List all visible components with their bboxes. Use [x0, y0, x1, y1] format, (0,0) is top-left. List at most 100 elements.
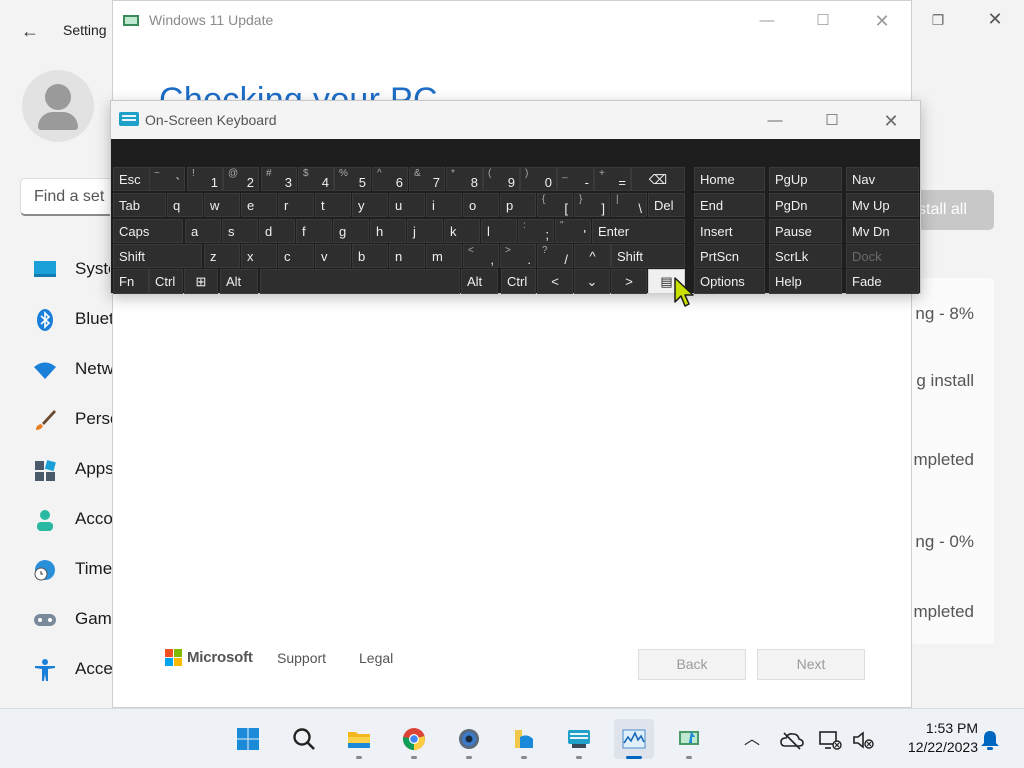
- key-ctrl-left[interactable]: Ctrl: [149, 269, 183, 294]
- key-alt-right[interactable]: Alt: [461, 269, 498, 294]
- nav-item-personalization[interactable]: Perso: [32, 400, 122, 440]
- key-o[interactable]: o: [463, 193, 499, 217]
- key-up-arrow[interactable]: ^: [574, 244, 611, 268]
- nav-item-gaming[interactable]: Gam: [32, 600, 122, 640]
- key-backtick[interactable]: ~ `: [149, 167, 185, 191]
- key-shift-right[interactable]: Shift: [611, 244, 685, 268]
- support-link[interactable]: Support: [277, 650, 326, 666]
- key-2[interactable]: @2: [223, 167, 259, 191]
- key-pgdn[interactable]: PgDn: [769, 193, 842, 217]
- key-5[interactable]: % 5: [334, 167, 371, 191]
- volume-muted-icon[interactable]: [852, 729, 876, 751]
- nav-item-system[interactable]: Syste: [32, 250, 122, 290]
- key-p[interactable]: p: [500, 193, 536, 217]
- maximize-icon[interactable]: ☐: [813, 11, 833, 31]
- maximize-icon[interactable]: ☐: [822, 111, 842, 131]
- onedrive-offline-icon[interactable]: [780, 729, 804, 751]
- key-c[interactable]: c: [278, 244, 314, 268]
- key-space[interactable]: [260, 269, 460, 294]
- key-n[interactable]: n: [389, 244, 425, 268]
- network-icon[interactable]: [818, 729, 842, 751]
- osk-titlebar[interactable]: On-Screen Keyboard — ☐ ✕: [111, 101, 920, 139]
- key-m[interactable]: m: [426, 244, 462, 268]
- key-y[interactable]: y: [352, 193, 388, 217]
- key-backslash[interactable]: | \: [611, 193, 647, 217]
- key-i[interactable]: i: [426, 193, 462, 217]
- key-8[interactable]: * 8: [446, 167, 483, 191]
- key-h[interactable]: h: [370, 219, 406, 243]
- key-left-arrow[interactable]: <: [537, 269, 573, 294]
- close-icon[interactable]: ✕: [984, 8, 1006, 30]
- key-v[interactable]: v: [315, 244, 351, 268]
- nav-item-accessibility[interactable]: Acce: [32, 650, 122, 690]
- key-6[interactable]: ^ 6: [372, 167, 408, 191]
- key-ctrl-right[interactable]: Ctrl: [501, 269, 536, 294]
- install-all-button[interactable]: stall all: [912, 190, 994, 230]
- next-button[interactable]: Next: [757, 649, 865, 680]
- key-equals[interactable]: + =: [594, 167, 631, 191]
- key-home[interactable]: Home: [694, 167, 765, 191]
- nav-item-apps[interactable]: Apps: [32, 450, 122, 490]
- key-e[interactable]: e: [241, 193, 277, 217]
- key-0[interactable]: ) 0: [520, 167, 557, 191]
- key-l[interactable]: l: [481, 219, 517, 243]
- restore-icon[interactable]: ❐: [928, 10, 948, 30]
- key-dock[interactable]: Dock: [846, 244, 919, 268]
- taskbar-search[interactable]: [284, 719, 324, 759]
- key-k[interactable]: k: [444, 219, 480, 243]
- key-3[interactable]: #3: [261, 167, 297, 191]
- key-quote[interactable]: " ': [555, 219, 591, 243]
- key-period[interactable]: >.: [500, 244, 536, 268]
- key-help[interactable]: Help: [769, 269, 842, 294]
- key-down-arrow[interactable]: ⌄: [574, 269, 610, 294]
- key-u[interactable]: u: [389, 193, 425, 217]
- key-z[interactable]: z: [204, 244, 240, 268]
- notification-bell-icon[interactable]: [978, 729, 1002, 751]
- key-windows[interactable]: ⊞: [184, 269, 218, 294]
- key-del[interactable]: Del: [648, 193, 685, 217]
- key-9[interactable]: (9: [483, 167, 520, 191]
- key-enter[interactable]: Enter: [592, 219, 685, 243]
- key-4[interactable]: $4: [298, 167, 334, 191]
- key-backspace[interactable]: ⌫: [631, 167, 685, 191]
- nav-item-bluetooth[interactable]: Bluet: [32, 300, 122, 340]
- key-w[interactable]: w: [204, 193, 240, 217]
- back-arrow-icon[interactable]: ←: [18, 20, 42, 42]
- taskbar-file-explorer[interactable]: [339, 719, 379, 759]
- update-titlebar[interactable]: Windows 11 Update — ☐ ✕: [113, 1, 911, 39]
- key-esc[interactable]: Esc: [113, 167, 150, 191]
- key-insert[interactable]: Insert: [694, 219, 765, 243]
- key-fn[interactable]: Fn: [113, 269, 149, 294]
- key-d[interactable]: d: [259, 219, 295, 243]
- key-t[interactable]: t: [315, 193, 351, 217]
- back-button[interactable]: Back: [638, 649, 746, 680]
- key-semicolon[interactable]: :;: [518, 219, 554, 243]
- taskbar-chrome[interactable]: [394, 719, 434, 759]
- key-a[interactable]: a: [185, 219, 221, 243]
- key-s[interactable]: s: [222, 219, 258, 243]
- key-right-bracket[interactable]: }]: [574, 193, 610, 217]
- legal-link[interactable]: Legal: [359, 650, 393, 666]
- key-pause[interactable]: Pause: [769, 219, 842, 243]
- key-alt-left[interactable]: Alt: [220, 269, 258, 294]
- key-b[interactable]: b: [352, 244, 388, 268]
- key-x[interactable]: x: [241, 244, 277, 268]
- key-7[interactable]: & 7: [409, 167, 445, 191]
- taskbar-windows-update[interactable]: [669, 719, 709, 759]
- key-mv-dn[interactable]: Mv Dn: [846, 219, 919, 243]
- key-prtscn[interactable]: PrtScn: [694, 244, 765, 268]
- key-comma[interactable]: <,: [463, 244, 499, 268]
- taskbar-files[interactable]: [504, 719, 544, 759]
- key-q[interactable]: q: [167, 193, 203, 217]
- key-fade[interactable]: Fade: [846, 269, 919, 294]
- key-right-arrow[interactable]: >: [611, 269, 647, 294]
- nav-item-accounts[interactable]: Acco: [32, 500, 122, 540]
- key-caps[interactable]: Caps: [113, 219, 183, 243]
- key-r[interactable]: r: [278, 193, 314, 217]
- key-slash[interactable]: ? /: [537, 244, 573, 268]
- show-hidden-icons-chevron-icon[interactable]: ︿: [740, 729, 764, 751]
- key-shift-left[interactable]: Shift: [113, 244, 202, 268]
- minimize-icon[interactable]: —: [757, 11, 777, 31]
- taskbar-osk[interactable]: [559, 719, 599, 759]
- nav-item-network[interactable]: Netw: [32, 350, 122, 390]
